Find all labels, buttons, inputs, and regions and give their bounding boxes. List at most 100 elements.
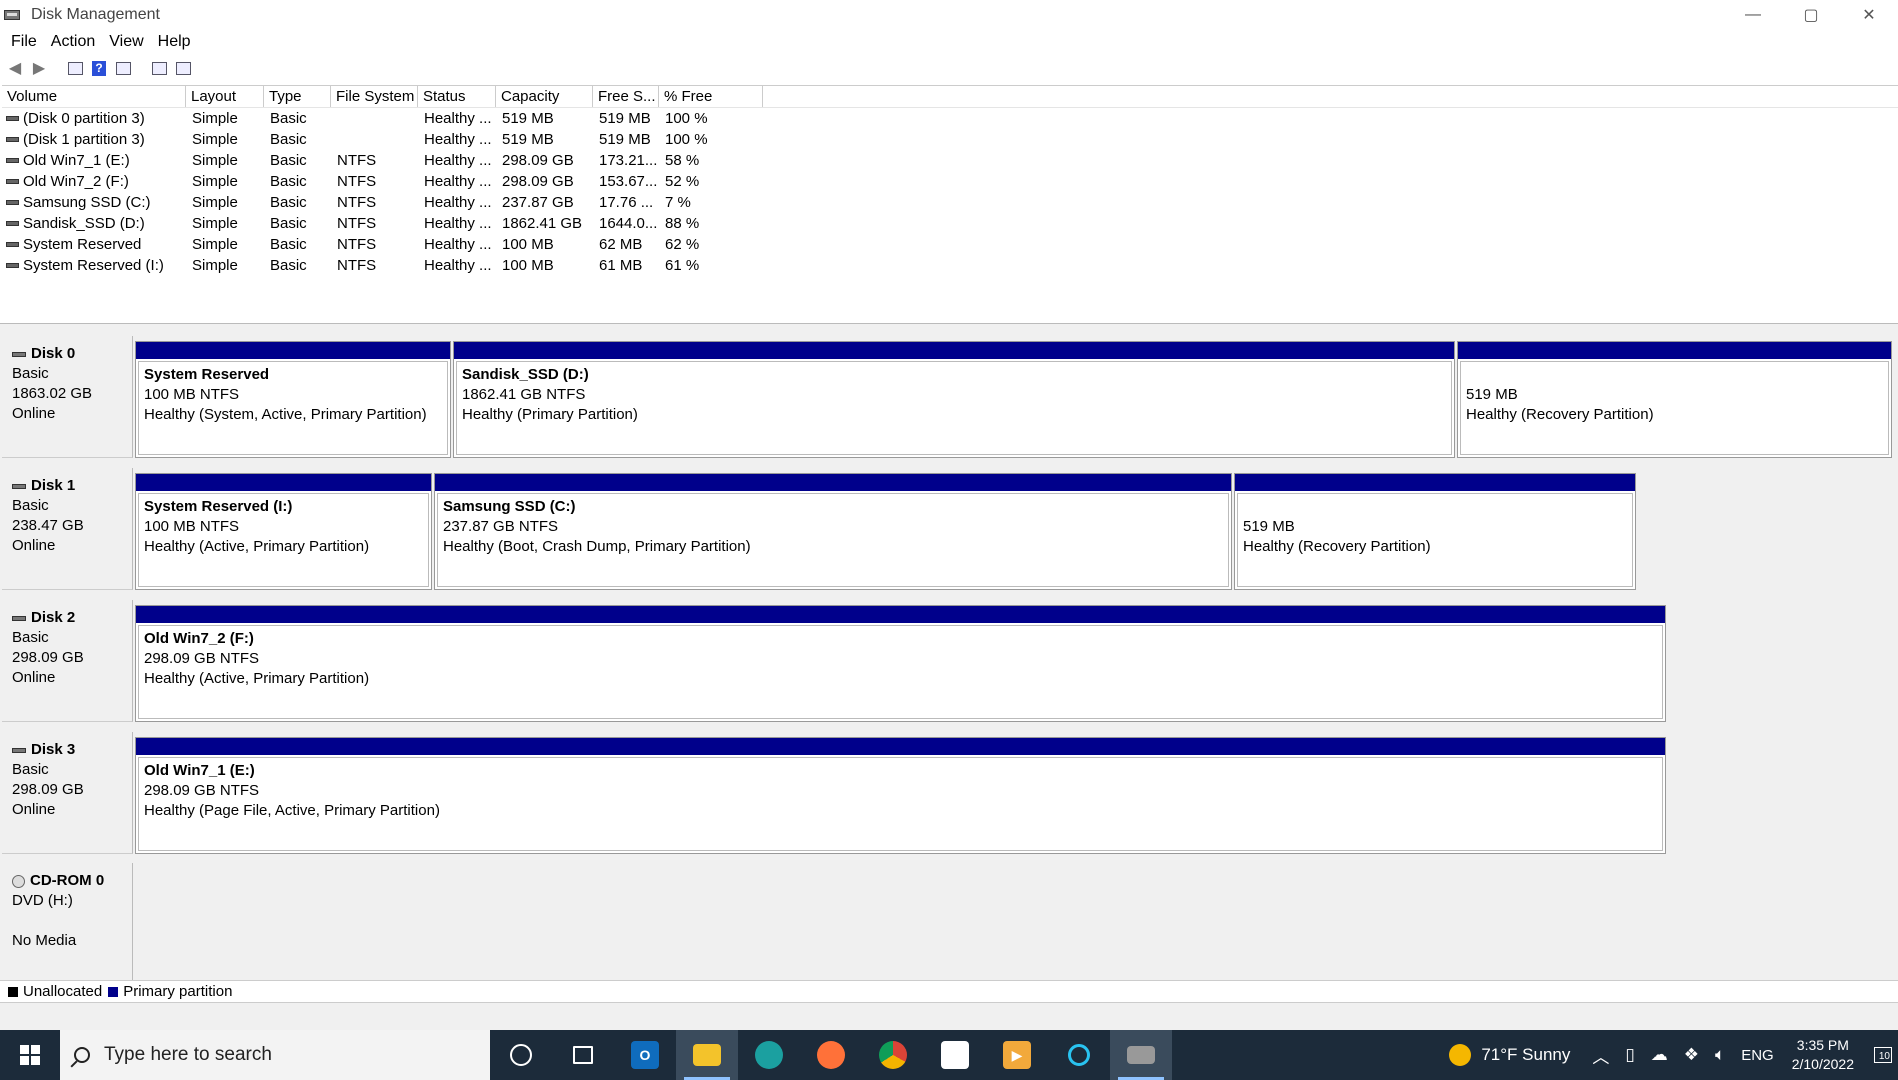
cdrom-name-line: CD-ROM 0 <box>12 871 122 891</box>
disk-label[interactable]: Disk 1 Basic 238.47 GB Online <box>2 468 133 590</box>
disk-row: Disk 1 Basic 238.47 GB Online System Reserve… <box>0 461 1898 590</box>
menu-view[interactable]: View <box>102 33 150 51</box>
cortana-icon <box>510 1044 532 1066</box>
column-status[interactable]: Status <box>418 86 496 107</box>
dropbox-icon[interactable]: ❖ <box>1684 1045 1699 1065</box>
menu-help[interactable]: Help <box>151 33 198 51</box>
volume-row[interactable]: (Disk 1 partition 3) Simple Basic Healthy .… <box>2 129 1898 150</box>
device-icon[interactable]: ▯ <box>1625 1045 1634 1065</box>
menu-action[interactable]: Action <box>44 33 102 51</box>
partition-name: Samsung SSD (C:) <box>443 498 576 515</box>
cell-type: Basic <box>270 257 307 274</box>
video-app-button[interactable]: ▶ <box>986 1030 1048 1080</box>
partition-block[interactable]: System Reserved (I:) 100 MB NTFS Healthy (… <box>135 473 432 590</box>
cortana-button[interactable] <box>490 1030 552 1080</box>
partition-name <box>1466 365 1883 385</box>
connect-button[interactable] <box>150 59 168 77</box>
cell-percent-free: 7 % <box>665 194 691 211</box>
sunny-weather-icon <box>1449 1044 1472 1066</box>
cdrom-status: No Media <box>12 932 77 949</box>
properties-button[interactable] <box>114 59 132 77</box>
taskbar: Type here to search O ▶ 71°F Sunny ︿ ▯ ☁… <box>0 1030 1898 1080</box>
menu-file[interactable]: File <box>4 33 44 51</box>
show-hidden-icons-chevron-icon[interactable]: ︿ <box>1592 1043 1609 1068</box>
cell-percent-free: 88 % <box>665 215 700 232</box>
primary-partition-bar <box>136 738 1665 755</box>
cell-capacity: 100 MB <box>502 257 554 274</box>
partition-info: System Reserved (I:) 100 MB NTFS Healthy (… <box>138 493 429 587</box>
edge-button[interactable] <box>738 1030 800 1080</box>
help-button[interactable]: ? <box>90 59 108 77</box>
partition-size: 519 MB <box>1466 386 1518 403</box>
disk-label[interactable]: Disk 2 Basic 298.09 GB Online <box>2 600 133 722</box>
partition-info: Samsung SSD (C:) 237.87 GB NTFS Healthy (B… <box>437 493 1229 587</box>
start-button[interactable] <box>0 1030 60 1080</box>
disk-row: Disk 2 Basic 298.09 GB Online Old Win7_2 (F:… <box>0 593 1898 722</box>
maximize-button[interactable]: ▢ <box>1782 0 1840 30</box>
help-icon: ? <box>92 60 106 76</box>
chrome-button[interactable] <box>862 1030 924 1080</box>
volume-row[interactable]: Old Win7_1 (E:) Simple Basic NTFS Healthy ..… <box>2 150 1898 171</box>
forward-button[interactable]: ▶ <box>30 59 48 77</box>
column-percent-free[interactable]: % Free <box>659 86 763 107</box>
cdrom-row[interactable]: CD-ROM 0 DVD (H:) No Media <box>0 856 1898 987</box>
back-button[interactable]: ◀ <box>6 59 24 77</box>
column-capacity[interactable]: Capacity <box>496 86 593 107</box>
volume-row[interactable]: Old Win7_2 (F:) Simple Basic NTFS Healthy ..… <box>2 171 1898 192</box>
cell-layout: Simple <box>192 173 238 190</box>
task-view-button[interactable] <box>552 1030 614 1080</box>
partition-block[interactable]: 519 MB Healthy (Recovery Partition) <box>1457 341 1892 458</box>
partition-status: Healthy (Page File, Active, Primary Part… <box>144 802 440 819</box>
partition-block[interactable]: Old Win7_2 (F:) 298.09 GB NTFS Healthy (Ac… <box>135 605 1666 722</box>
column-volume[interactable]: Volume <box>2 86 186 107</box>
cdrom-label[interactable]: CD-ROM 0 DVD (H:) No Media <box>2 863 133 987</box>
disk-label[interactable]: Disk 0 Basic 1863.02 GB Online <box>2 336 133 458</box>
disk-management-taskbar-button[interactable] <box>1110 1030 1172 1080</box>
partition-block[interactable]: System Reserved 100 MB NTFS Healthy (Syste… <box>135 341 451 458</box>
cell-capacity: 519 MB <box>502 110 554 127</box>
show-hide-console-tree-button[interactable] <box>66 59 84 77</box>
cell-percent-free: 100 % <box>665 110 708 127</box>
volume-row[interactable]: Samsung SSD (C:) Simple Basic NTFS Healthy .… <box>2 192 1898 213</box>
cell-volume: Sandisk_SSD (D:) <box>2 215 186 232</box>
column-layout[interactable]: Layout <box>186 86 264 107</box>
disk-type: Basic <box>12 365 49 382</box>
volume-name: Sandisk_SSD (D:) <box>23 215 145 232</box>
clock[interactable]: 3:35 PM 2/10/2022 <box>1792 1036 1854 1074</box>
alexa-button[interactable] <box>1048 1030 1110 1080</box>
volume-name: Old Win7_1 (E:) <box>23 152 130 169</box>
cell-capacity: 298.09 GB <box>502 152 574 169</box>
column-free-space[interactable]: Free S... <box>593 86 659 107</box>
notification-center-button[interactable]: 10 <box>1868 1030 1898 1080</box>
partition-size: 100 MB NTFS <box>144 386 240 403</box>
column-type[interactable]: Type <box>264 86 331 107</box>
partition-block[interactable]: 519 MB Healthy (Recovery Partition) <box>1234 473 1636 590</box>
column-file-system[interactable]: File System <box>331 86 418 107</box>
partition-block[interactable]: Samsung SSD (C:) 237.87 GB NTFS Healthy (B… <box>434 473 1232 590</box>
firefox-button[interactable] <box>800 1030 862 1080</box>
taskbar-search-box[interactable]: Type here to search <box>60 1030 490 1080</box>
weather-text[interactable]: 71°F Sunny <box>1481 1045 1570 1065</box>
onedrive-icon[interactable]: ☁ <box>1651 1045 1668 1065</box>
volume-icon[interactable]: 🔈︎ <box>1715 1045 1725 1065</box>
disk-label[interactable]: Disk 3 Basic 298.09 GB Online <box>2 732 133 854</box>
close-button[interactable]: ✕ <box>1840 0 1898 30</box>
partition-strip: Old Win7_1 (E:) 298.09 GB NTFS Healthy (Pa… <box>135 737 1668 854</box>
disk-graphical-view: Disk 0 Basic 1863.02 GB Online System Reserv… <box>0 329 1898 989</box>
volume-row[interactable]: System Reserved (I:) Simple Basic NTFS Healt… <box>2 255 1898 276</box>
partition-block[interactable]: Old Win7_1 (E:) 298.09 GB NTFS Healthy (Pa… <box>135 737 1666 854</box>
toolbar-separator <box>138 59 144 77</box>
outlook-button[interactable]: O <box>614 1030 676 1080</box>
partition-block[interactable]: Sandisk_SSD (D:) 1862.41 GB NTFS Healthy (… <box>453 341 1455 458</box>
partition-size: 1862.41 GB NTFS <box>462 386 586 403</box>
volume-row[interactable]: (Disk 0 partition 3) Simple Basic Healthy .… <box>2 108 1898 129</box>
settings-button[interactable] <box>174 59 192 77</box>
cell-type: Basic <box>270 194 307 211</box>
store-button[interactable] <box>924 1030 986 1080</box>
volume-row[interactable]: Sandisk_SSD (D:) Simple Basic NTFS Healthy .… <box>2 213 1898 234</box>
volume-row[interactable]: System Reserved Simple Basic NTFS Healthy ..… <box>2 234 1898 255</box>
toolbar-separator <box>54 59 60 77</box>
language-indicator[interactable]: ENG <box>1741 1047 1774 1064</box>
minimize-button[interactable]: — <box>1724 0 1782 30</box>
file-explorer-button[interactable] <box>676 1030 738 1080</box>
